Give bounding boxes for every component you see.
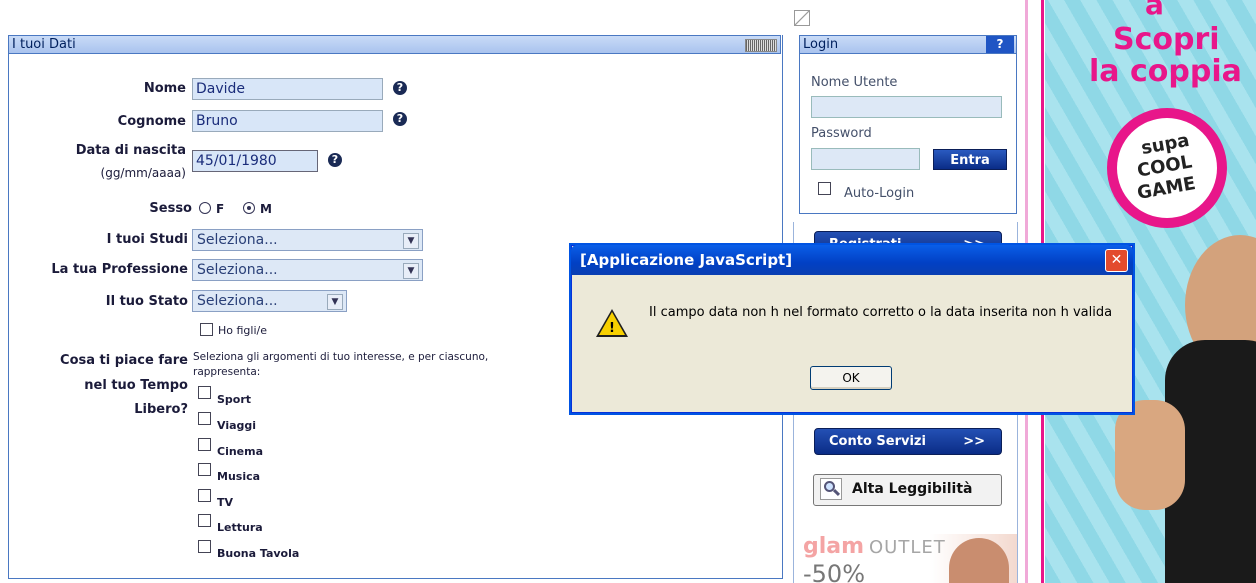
ad-text-2: Scopri xyxy=(1113,22,1220,57)
interest-label: Musica xyxy=(217,470,261,483)
panel-title: I tuoi Dati xyxy=(12,37,76,52)
panel-header: I tuoi Dati xyxy=(8,35,781,54)
interest-label: Viaggi xyxy=(217,419,257,432)
dialog-title: [Applicazione JavaScript] xyxy=(580,251,793,269)
studi-select[interactable]: Seleziona... ▼ xyxy=(192,229,423,251)
ad-text-3: la coppia xyxy=(1089,54,1242,89)
broken-image-icon xyxy=(794,10,810,26)
dialog-message: Il campo data non h nel formato corretto… xyxy=(649,305,1113,320)
outlet-ad[interactable]: glam OUTLET -50% xyxy=(799,534,1017,583)
figli-label: Ho figli/e xyxy=(218,324,267,337)
interest-label: Sport xyxy=(217,393,252,406)
help-icon[interactable]: ? xyxy=(328,153,342,167)
interest-checkbox[interactable] xyxy=(198,514,211,527)
interest-checkbox[interactable] xyxy=(198,540,211,553)
interest-checkbox[interactable] xyxy=(198,438,211,451)
ad-person-hand xyxy=(1115,400,1185,510)
ok-button[interactable]: OK xyxy=(810,366,892,390)
dialog-titlebar[interactable]: [Applicazione JavaScript] ✕ xyxy=(571,245,1133,275)
help-icon[interactable]: ? xyxy=(393,112,407,126)
tempo-libero-label-1: Cosa ti piace fare xyxy=(60,353,188,368)
outlet-brand: glam xyxy=(803,534,865,559)
tempo-libero-label-2: nel tuo Tempo xyxy=(84,378,188,393)
sesso-m-label: M xyxy=(260,202,272,216)
interest-checkbox[interactable] xyxy=(198,463,211,476)
panel-grip-icon[interactable] xyxy=(745,39,777,52)
magnifier-icon xyxy=(820,478,842,500)
data-format-hint: (gg/mm/aaaa) xyxy=(100,166,186,180)
interest-label: Cinema xyxy=(217,445,264,458)
tempo-libero-intro-2: rappresenta: xyxy=(193,366,261,378)
interest-checkbox[interactable] xyxy=(198,412,211,425)
studi-select-value: Seleziona... xyxy=(197,232,278,248)
professione-select-value: Seleziona... xyxy=(197,262,278,278)
outlet-discount: -50% xyxy=(803,560,866,583)
model-image xyxy=(949,538,1009,583)
auto-login-checkbox[interactable] xyxy=(818,182,831,195)
nome-input[interactable]: Davide xyxy=(192,78,383,100)
tempo-libero-intro-1: Seleziona gli argomenti di tuo interesse… xyxy=(193,351,489,363)
alta-leggibilita-button[interactable]: Alta Leggibilità xyxy=(813,474,1002,506)
interest-label: Lettura xyxy=(217,521,263,534)
auto-login-label: Auto-Login xyxy=(844,186,915,201)
ad-text-1: a xyxy=(1145,0,1164,21)
outlet-word: OUTLET xyxy=(869,537,946,558)
arrow-icon: >> xyxy=(963,434,985,449)
sesso-label: Sesso xyxy=(149,201,192,216)
cognome-input[interactable]: Bruno xyxy=(192,110,383,132)
figli-checkbox[interactable] xyxy=(200,323,213,336)
close-icon[interactable]: ✕ xyxy=(1105,249,1128,272)
sesso-f-label: F xyxy=(216,202,225,216)
conto-servizi-button[interactable]: Conto Servizi >> xyxy=(814,428,1002,455)
username-label: Nome Utente xyxy=(811,75,898,90)
help-icon[interactable]: ? xyxy=(393,81,407,95)
professione-label: La tua Professione xyxy=(51,262,188,277)
username-input[interactable] xyxy=(811,96,1002,118)
interest-checkbox[interactable] xyxy=(198,386,211,399)
tempo-libero-label-3: Libero? xyxy=(134,402,188,417)
chevron-down-icon[interactable]: ▼ xyxy=(327,294,343,310)
interest-label: TV xyxy=(217,496,234,509)
help-icon[interactable]: ? xyxy=(986,36,1014,53)
conto-servizi-label: Conto Servizi xyxy=(829,434,926,449)
chevron-down-icon[interactable]: ▼ xyxy=(403,263,419,279)
data-nascita-label: Data di nascita xyxy=(75,143,186,158)
sesso-m-radio[interactable] xyxy=(243,202,255,214)
cognome-label: Cognome xyxy=(117,114,186,129)
login-title: Login xyxy=(803,37,839,52)
stato-select[interactable]: Seleziona... ▼ xyxy=(192,290,347,312)
studi-label: I tuoi Studi xyxy=(106,232,188,247)
sesso-f-radio[interactable] xyxy=(199,202,211,214)
nome-label: Nome xyxy=(143,81,186,96)
stato-label: Il tuo Stato xyxy=(105,294,188,309)
login-header: Login ? xyxy=(799,35,1017,54)
warning-glyph: ! xyxy=(609,321,615,336)
data-nascita-input[interactable]: 45/01/1980 xyxy=(192,150,318,172)
password-input[interactable] xyxy=(811,148,920,170)
chevron-down-icon[interactable]: ▼ xyxy=(403,233,419,249)
stato-select-value: Seleziona... xyxy=(197,293,278,309)
password-label: Password xyxy=(811,126,872,141)
alta-leggibilita-label: Alta Leggibilità xyxy=(852,481,973,497)
login-submit-button[interactable]: Entra xyxy=(933,149,1007,170)
interest-label: Buona Tavola xyxy=(217,547,300,560)
interest-checkbox[interactable] xyxy=(198,489,211,502)
professione-select[interactable]: Seleziona... ▼ xyxy=(192,259,423,281)
